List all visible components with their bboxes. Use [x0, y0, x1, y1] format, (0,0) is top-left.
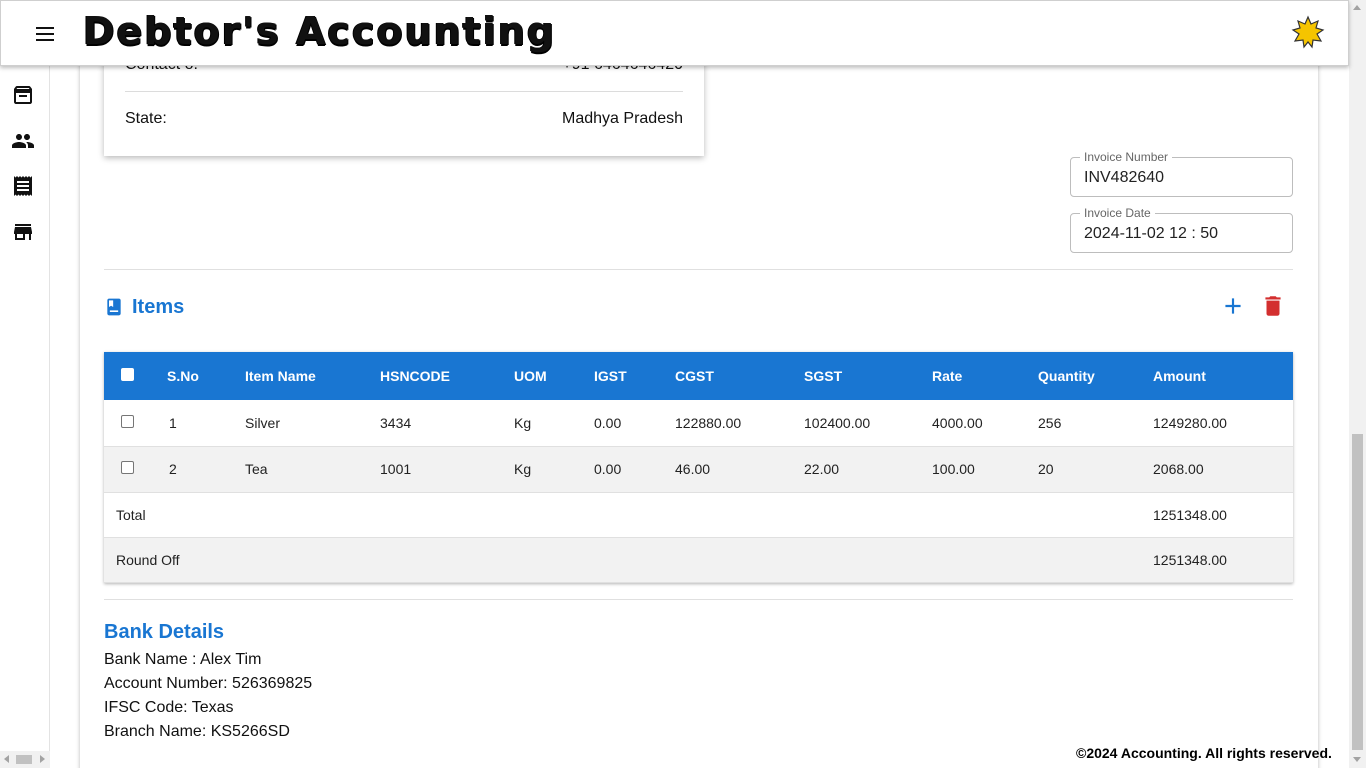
column-header: CGST [675, 368, 714, 384]
bank-details-title: Bank Details [104, 621, 225, 643]
uom-cell: Kg [514, 461, 532, 477]
total-label: Total [116, 506, 146, 523]
uom-cell: Kg [514, 414, 532, 431]
menu-icon [36, 27, 54, 41]
delete-item-button[interactable] [1260, 293, 1286, 319]
invoice-date-label: Invoice Date [1080, 207, 1155, 220]
row-select-cell [104, 400, 167, 446]
app-bar: Debtor's Accounting [0, 0, 1349, 66]
book-icon [107, 298, 121, 316]
amount-cell: 2068.00 [1153, 461, 1204, 477]
select-all-cell [104, 352, 167, 400]
table-header-row: S.No Item Name HSNCODE UOM IGST CGST SGS… [104, 352, 1293, 400]
quantity-cell: 256 [1038, 414, 1062, 431]
round-off-value: 1251348.00 [1153, 551, 1227, 568]
footer-copyright: ©2024 Accounting. All rights reserved. [1076, 745, 1332, 761]
invoice-number-value: INV482640 [1084, 169, 1165, 186]
total-value: 1251348.00 [1153, 506, 1227, 523]
bank-name: Bank Name : Alex Tim [104, 651, 262, 668]
invoice-date-value: 2024-11-02 12 : 50 [1084, 225, 1219, 242]
receipt-icon[interactable] [11, 174, 35, 198]
select-all-checkbox[interactable] [121, 368, 134, 381]
invoice-number-label: Invoice Number [1080, 151, 1173, 164]
items-title: Items [132, 295, 185, 318]
item-name-cell: Silver [245, 414, 281, 431]
hsn-cell: 3434 [380, 414, 412, 431]
table-row[interactable]: 1 Silver 3434 Kg 0.00 122880.00 102400.0… [104, 400, 1293, 446]
sno-cell: 1 [169, 414, 177, 431]
amount-cell: 1249280.00 [1153, 414, 1227, 431]
app-title: Debtor's Accounting [83, 9, 557, 53]
cgst-cell: 46.00 [675, 461, 711, 477]
item-name-cell: Tea [245, 461, 268, 477]
column-header: HSNCODE [380, 368, 451, 384]
scroll-up-arrow[interactable] [1353, 5, 1361, 10]
vertical-scrollbar[interactable] [1349, 0, 1366, 768]
hsn-cell: 1001 [380, 461, 412, 477]
column-header: S.No [167, 368, 199, 384]
scrollbar-thumb[interactable] [1352, 434, 1363, 750]
column-header: SGST [804, 368, 843, 384]
menu-button[interactable] [29, 21, 63, 47]
store-icon[interactable] [11, 220, 35, 244]
cgst-cell: 122880.00 [675, 414, 742, 431]
invoice-number-field[interactable]: Invoice Number INV482640 [1070, 151, 1293, 197]
scroll-right-arrow[interactable] [40, 755, 45, 763]
scroll-left-arrow[interactable] [4, 755, 9, 763]
items-header: Items [104, 294, 184, 320]
invoice-date-field[interactable]: Invoice Date 2024-11-02 12 : 50 [1070, 207, 1293, 253]
column-header: Amount [1153, 368, 1206, 384]
ifsc-code: IFSC Code: Texas [104, 699, 234, 716]
round-off-label: Round Off [116, 551, 180, 568]
row-checkbox[interactable] [121, 414, 134, 428]
add-item-button[interactable] [1220, 293, 1246, 319]
account-number: Account Number: 526369825 [104, 675, 313, 692]
table-row[interactable]: 2 Tea 1001 Kg 0.00 46.00 22.00 100.00 20… [104, 446, 1293, 492]
column-header: Quantity [1038, 368, 1095, 384]
column-header: IGST [594, 368, 627, 384]
plus-icon [1225, 298, 1241, 314]
items-table: S.No Item Name HSNCODE UOM IGST CGST SGS… [104, 352, 1293, 583]
scrollbar-thumb[interactable] [16, 755, 32, 764]
igst-cell: 0.00 [594, 461, 622, 477]
trash-icon [1265, 296, 1281, 316]
sun-icon [1291, 15, 1325, 49]
theme-toggle-button[interactable] [1291, 15, 1325, 49]
column-header: Item Name [245, 368, 316, 384]
horizontal-scrollbar[interactable] [0, 751, 50, 768]
branch-name: Branch Name: KS5266SD [104, 723, 290, 740]
row-checkbox[interactable] [121, 461, 134, 474]
rate-cell: 100.00 [932, 461, 975, 477]
archive-icon[interactable] [11, 83, 35, 107]
state-label: State: [125, 110, 167, 127]
round-off-row: Round Off 1251348.00 [104, 537, 1293, 582]
state-value: Madhya Pradesh [562, 110, 683, 127]
igst-cell: 0.00 [594, 414, 622, 431]
sidebar [0, 66, 50, 768]
column-header: UOM [514, 368, 547, 384]
sgst-cell: 22.00 [804, 461, 840, 477]
quantity-cell: 20 [1038, 461, 1054, 477]
app-viewport: Contact o: +91 6464646420 State: Madhya … [0, 0, 1366, 768]
divider [125, 91, 683, 92]
sgst-cell: 102400.00 [804, 414, 871, 431]
column-header: Rate [932, 368, 963, 384]
divider [104, 599, 1293, 600]
row-select-cell [104, 446, 167, 492]
scroll-down-arrow[interactable] [1353, 757, 1361, 762]
total-row: Total 1251348.00 [104, 492, 1293, 537]
people-icon[interactable] [11, 129, 35, 153]
sno-cell: 2 [169, 461, 177, 477]
divider [104, 269, 1293, 270]
rate-cell: 4000.00 [932, 414, 983, 431]
